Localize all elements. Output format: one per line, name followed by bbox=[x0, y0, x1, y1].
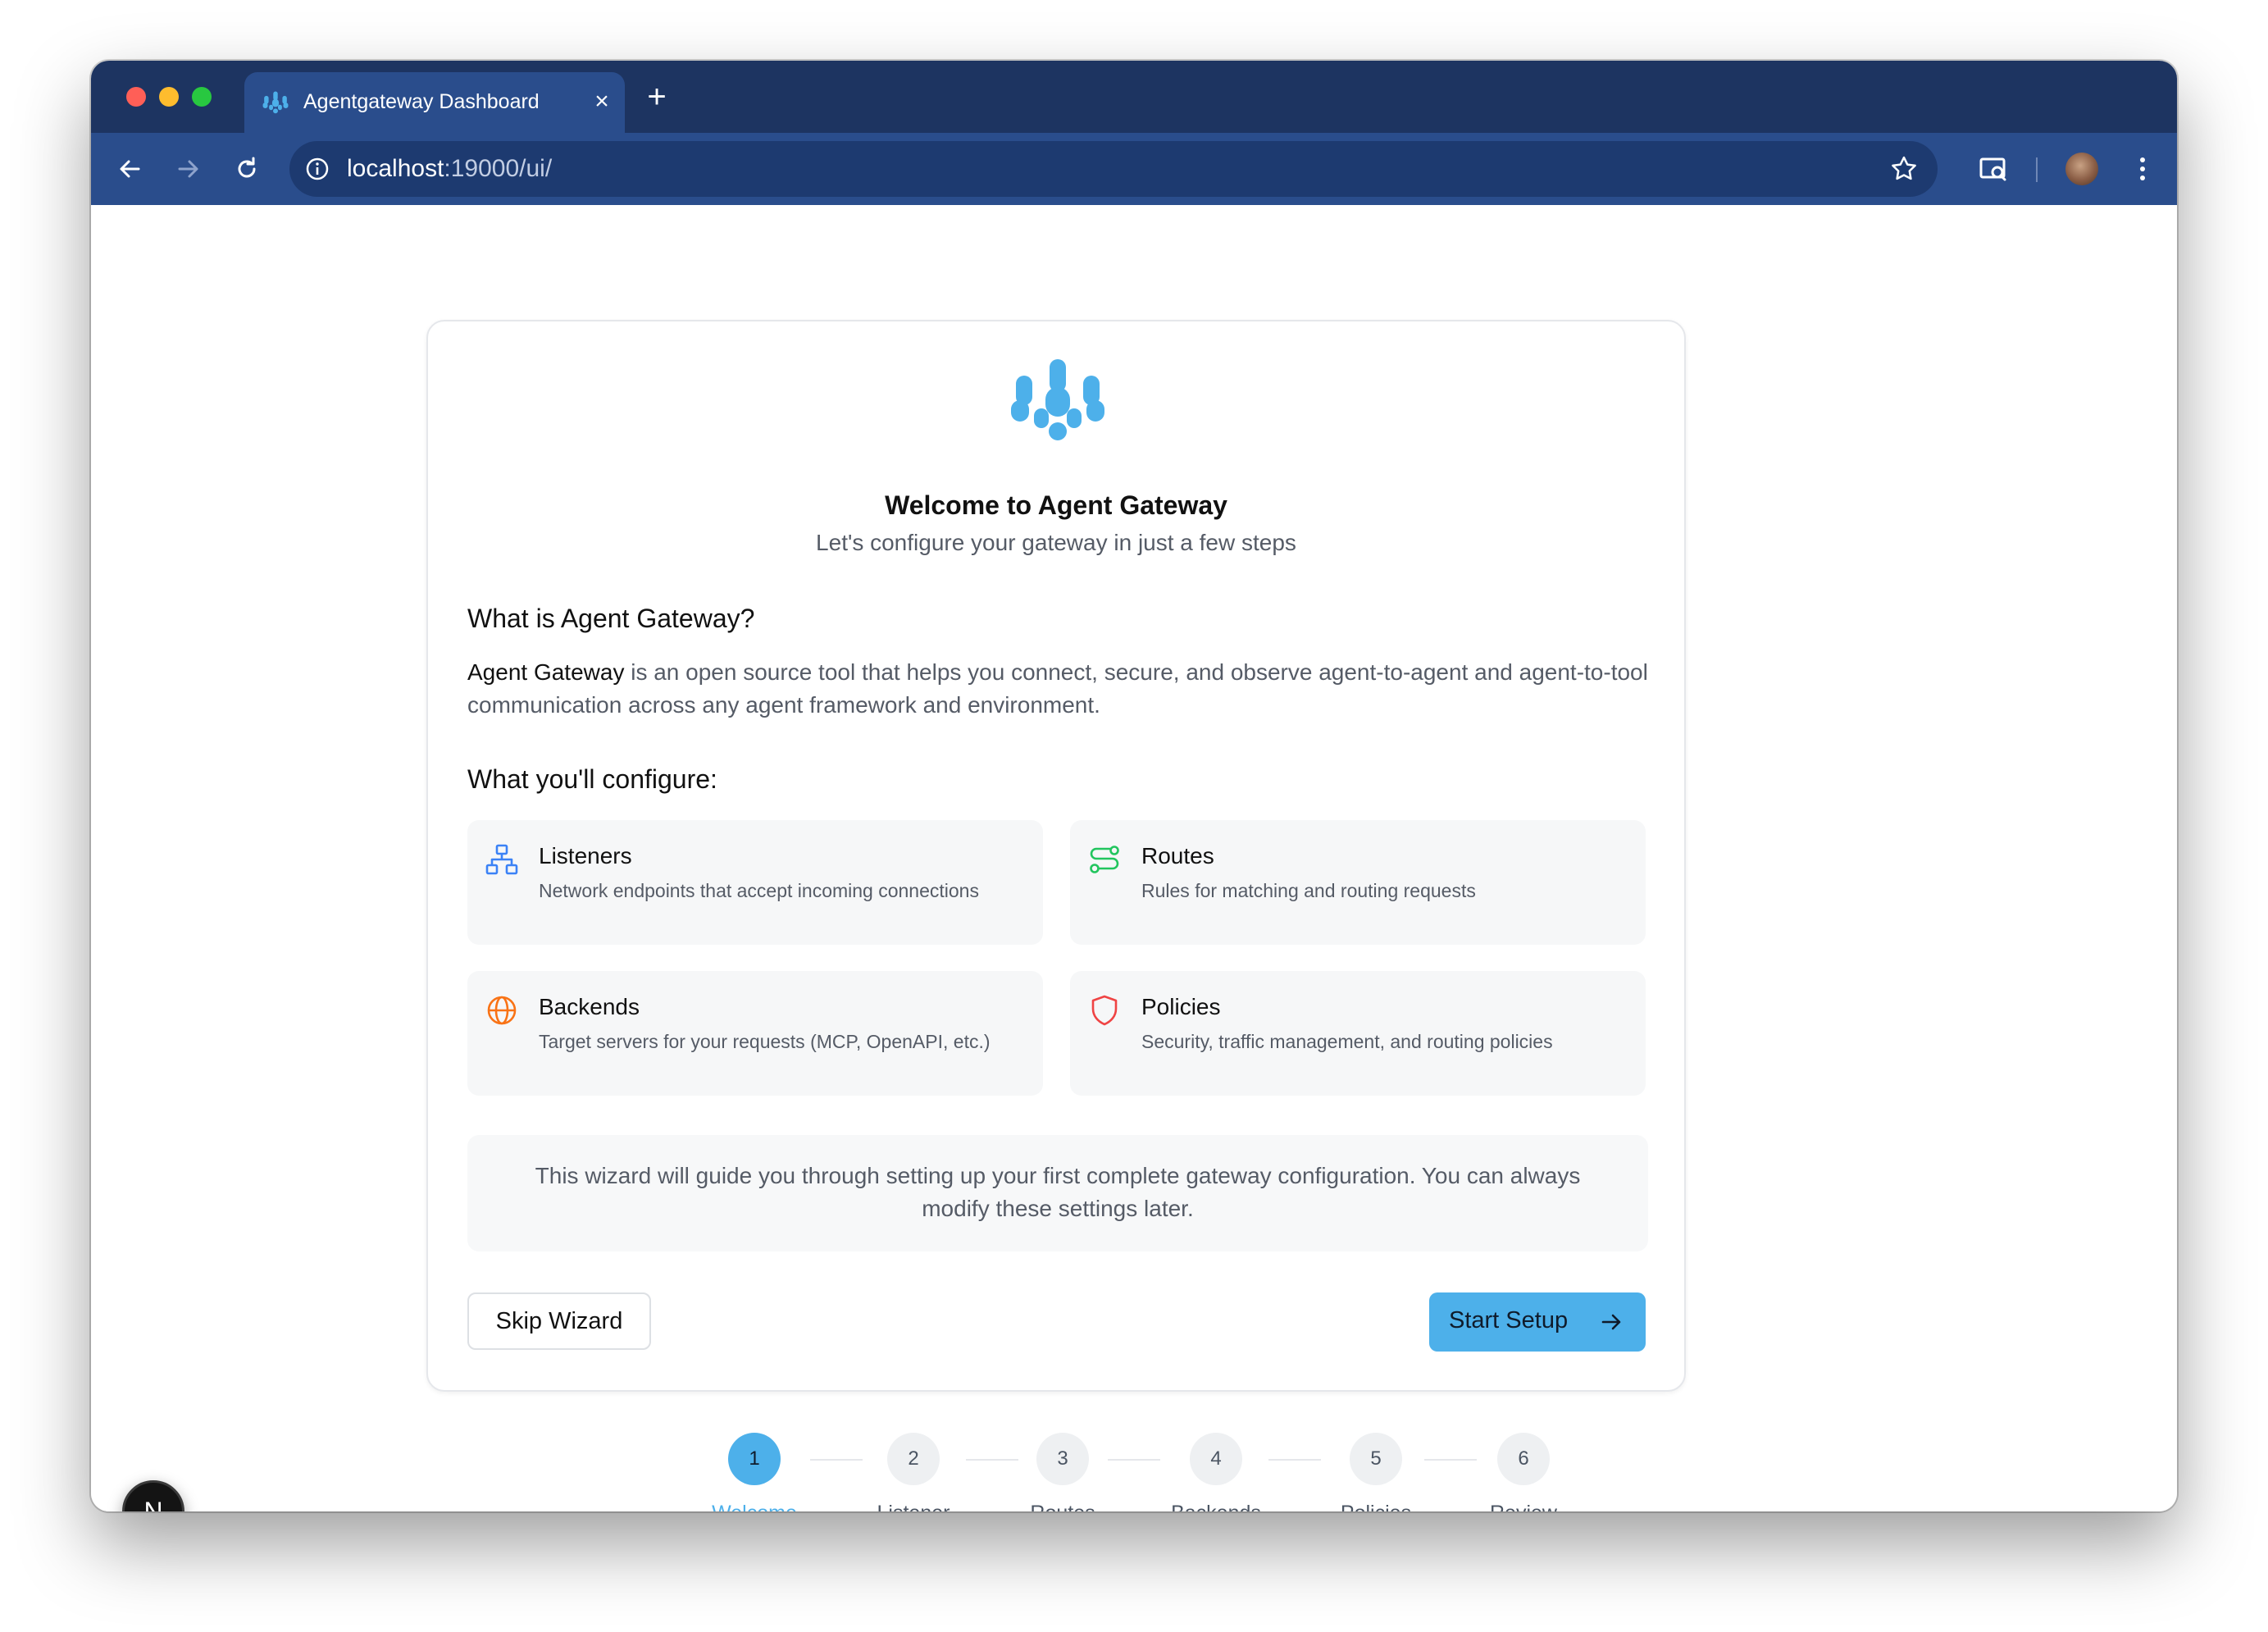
start-setup-label: Start Setup bbox=[1449, 1307, 1569, 1333]
browser-window: Agentgateway Dashboard × + localhost:190… bbox=[91, 61, 2177, 1511]
maximize-window-button[interactable] bbox=[192, 87, 212, 107]
start-setup-button[interactable]: Start Setup bbox=[1429, 1292, 1646, 1352]
page-viewport: Welcome to Agent Gateway Let's configure… bbox=[91, 205, 2177, 1511]
step-label: Policies bbox=[1341, 1502, 1411, 1511]
step-label: Review bbox=[1490, 1502, 1557, 1511]
about-product-name: Agent Gateway bbox=[467, 659, 625, 685]
feature-description: Network endpoints that accept incoming c… bbox=[539, 880, 979, 901]
step-number: 2 bbox=[887, 1433, 940, 1485]
feature-title: Backends bbox=[539, 994, 640, 1019]
url-text[interactable]: localhost:19000/ui/ bbox=[347, 155, 552, 183]
step-number: 1 bbox=[728, 1433, 781, 1485]
feature-description: Security, traffic management, and routin… bbox=[1141, 1031, 1553, 1052]
welcome-card: Welcome to Agent Gateway Let's configure… bbox=[426, 320, 1686, 1392]
wizard-info-text: This wizard will guide you through setti… bbox=[535, 1163, 1581, 1221]
screenshot-stage: Agentgateway Dashboard × + localhost:190… bbox=[0, 0, 2268, 1632]
step-number: 3 bbox=[1036, 1433, 1089, 1485]
step-number: 5 bbox=[1350, 1433, 1402, 1485]
forward-arrow-icon[interactable] bbox=[170, 151, 206, 187]
step-connector bbox=[1424, 1459, 1477, 1461]
wizard-info-note: This wizard will guide you through setti… bbox=[467, 1135, 1648, 1251]
more-menu-icon[interactable] bbox=[2125, 151, 2161, 187]
site-info-icon[interactable] bbox=[303, 154, 332, 184]
step-number: 6 bbox=[1497, 1433, 1550, 1485]
configure-heading: What you'll configure: bbox=[467, 764, 717, 794]
feature-card-routes: Routes Rules for matching and routing re… bbox=[1070, 820, 1646, 945]
new-tab-button[interactable]: + bbox=[640, 80, 673, 113]
nextjs-dev-badge[interactable]: N bbox=[122, 1480, 184, 1511]
agentgateway-logo-icon bbox=[1011, 359, 1104, 440]
browser-toolbar: localhost:19000/ui/ bbox=[91, 133, 2177, 205]
step-connector bbox=[1268, 1459, 1321, 1461]
address-bar[interactable]: localhost:19000/ui/ bbox=[289, 141, 1938, 197]
feature-title: Routes bbox=[1141, 843, 1214, 868]
tab-search-icon[interactable] bbox=[1975, 151, 2011, 187]
network-icon bbox=[485, 844, 518, 875]
toolbar-divider bbox=[2036, 157, 2038, 182]
step-label: Backends bbox=[1171, 1502, 1261, 1511]
url-host: localhost bbox=[347, 155, 444, 182]
step-connector bbox=[810, 1459, 863, 1461]
reload-icon[interactable] bbox=[229, 151, 265, 187]
shield-icon bbox=[1091, 995, 1118, 1026]
url-path: :19000/ui/ bbox=[444, 155, 553, 182]
arrow-right-icon bbox=[1601, 1314, 1621, 1330]
step-label: Routes bbox=[1030, 1502, 1095, 1511]
globe-icon bbox=[487, 996, 517, 1025]
welcome-subtitle: Let's configure your gateway in just a f… bbox=[816, 530, 1296, 555]
close-window-button[interactable] bbox=[126, 87, 146, 107]
feature-title: Policies bbox=[1141, 994, 1221, 1019]
feature-title: Listeners bbox=[539, 843, 632, 868]
tab-strip: Agentgateway Dashboard × + bbox=[91, 61, 2177, 133]
tab-close-icon[interactable]: × bbox=[587, 87, 617, 116]
back-arrow-icon[interactable] bbox=[112, 151, 148, 187]
feature-card-backends: Backends Target servers for your request… bbox=[467, 971, 1043, 1096]
feature-card-listeners: Listeners Network endpoints that accept … bbox=[467, 820, 1043, 945]
feature-card-policies: Policies Security, traffic management, a… bbox=[1070, 971, 1646, 1096]
step-number: 4 bbox=[1190, 1433, 1242, 1485]
route-icon bbox=[1090, 846, 1119, 873]
about-description: is an open source tool that helps you co… bbox=[467, 659, 1648, 718]
step-label: Welcome bbox=[712, 1502, 797, 1511]
feature-description: Target servers for your requests (MCP, O… bbox=[539, 1031, 991, 1052]
step-connector bbox=[1108, 1459, 1160, 1461]
welcome-title: Welcome to Agent Gateway bbox=[885, 490, 1227, 520]
step-label: Listener bbox=[877, 1502, 950, 1511]
tab-title: Agentgateway Dashboard bbox=[303, 90, 540, 113]
step-connector bbox=[966, 1459, 1018, 1461]
agentgateway-favicon-icon bbox=[262, 91, 289, 114]
about-paragraph: Agent Gateway is an open source tool tha… bbox=[467, 656, 1648, 722]
minimize-window-button[interactable] bbox=[159, 87, 179, 107]
about-heading: What is Agent Gateway? bbox=[467, 604, 755, 633]
feature-description: Rules for matching and routing requests bbox=[1141, 880, 1476, 901]
tab-agentgateway-dashboard[interactable]: Agentgateway Dashboard × bbox=[244, 72, 625, 133]
profile-avatar[interactable] bbox=[2065, 153, 2098, 185]
bookmark-star-icon[interactable] bbox=[1888, 153, 1920, 185]
skip-wizard-button[interactable]: Skip Wizard bbox=[467, 1292, 651, 1350]
